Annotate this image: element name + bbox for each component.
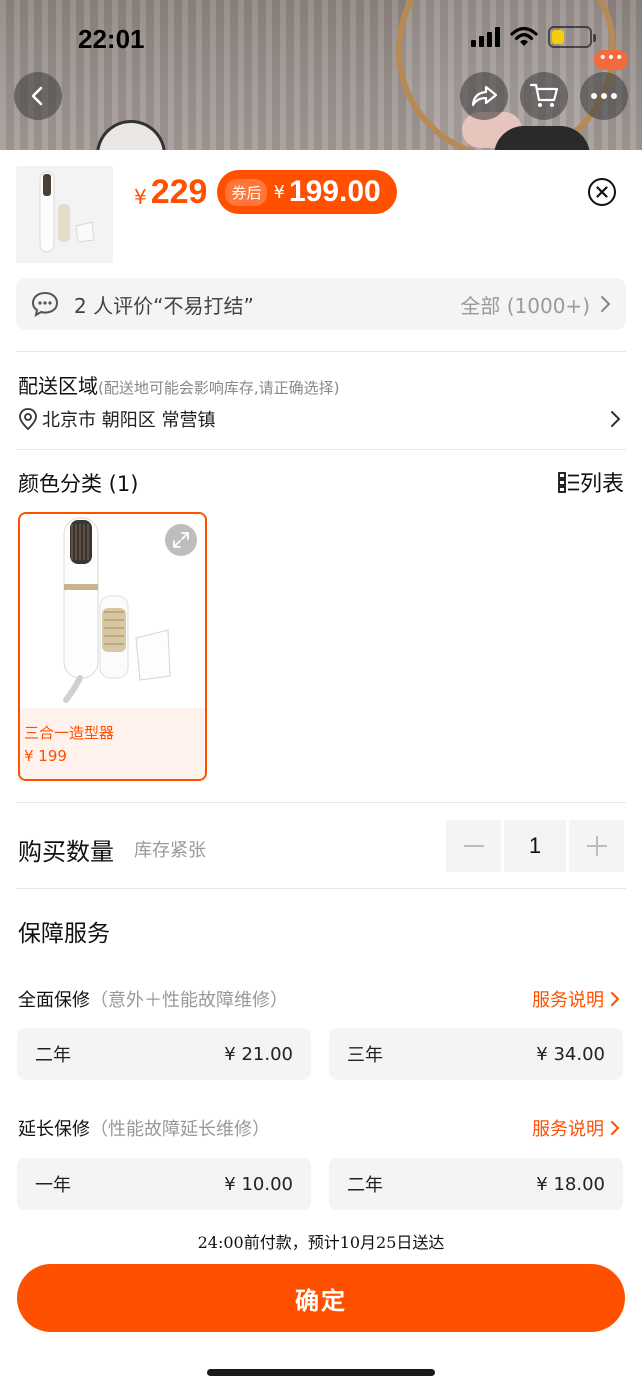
quantity-value[interactable]: 1: [504, 820, 566, 872]
service-option-price: ¥ 18.00: [536, 1173, 605, 1195]
price-currency: ¥: [134, 185, 147, 209]
all-reviews-link[interactable]: 全部 (1000+): [460, 290, 590, 319]
service-group-sub: （意外＋性能故障维修）: [90, 990, 288, 1011]
service-option-name: 二年: [35, 1045, 71, 1066]
increase-button[interactable]: [569, 820, 624, 872]
service-group-label: 全面保修（意外＋性能故障维修）: [18, 986, 288, 1012]
chevron-right-icon: [611, 411, 621, 427]
list-toggle-label: 列表: [579, 472, 624, 497]
battery-icon: [548, 26, 596, 48]
notification-badge: •••: [594, 50, 628, 70]
address-selector[interactable]: 北京市 朝阳区 常营镇: [18, 406, 622, 432]
delivery-note: (配送地可能会影响库存,请正确选择): [98, 379, 340, 397]
service-option[interactable]: 二年 ¥ 18.00: [329, 1158, 623, 1210]
delivery-area-title: 配送区域(配送地可能会影响库存,请正确选择): [18, 370, 339, 399]
divider: [16, 802, 626, 803]
minus-icon: [463, 845, 484, 847]
chevron-right-icon: [601, 296, 611, 312]
status-icons: [471, 26, 596, 48]
coupon-price-pill: 券后 ¥ 199.00: [217, 170, 397, 214]
confirm-button[interactable]: 确定: [17, 1264, 625, 1332]
sku-option-card[interactable]: 三合一造型器 ¥ 199: [18, 512, 207, 781]
expand-image-button[interactable]: [165, 524, 197, 556]
service-option-price: ¥ 34.00: [536, 1043, 605, 1065]
status-time: 22:01: [78, 24, 145, 54]
service-option-name: 一年: [35, 1175, 71, 1196]
service-option[interactable]: 一年 ¥ 10.00: [17, 1158, 311, 1210]
quantity-title: 购买数量: [18, 838, 114, 866]
signal-icon: [471, 27, 500, 47]
sku-selection-sheet: ¥ 229 券后 ¥ 199.00 2 人评价“不易打结” 全部 (1000+)…: [0, 150, 642, 1389]
sku-option-name: 三合一造型器: [24, 724, 115, 742]
service-group-label: 延长保修（性能故障延长维修）: [18, 1115, 270, 1141]
back-button[interactable]: [14, 72, 62, 120]
close-button[interactable]: [588, 178, 616, 206]
list-view-toggle[interactable]: 列表: [558, 466, 624, 498]
service-option-price: ¥ 10.00: [224, 1173, 293, 1195]
cart-button[interactable]: [520, 72, 568, 120]
service-group-sub: （性能故障延长维修）: [90, 1119, 270, 1140]
coupon-currency: ¥: [273, 181, 285, 203]
coupon-price: 199.00: [288, 175, 381, 208]
share-button[interactable]: [460, 72, 508, 120]
service-group-name: 全面保修: [18, 990, 90, 1011]
delivery-estimate: 24:00前付款，预计10月25日送达: [197, 1233, 445, 1252]
color-section-title: 颜色分类 (1): [18, 472, 139, 496]
service-info-link[interactable]: 服务说明: [532, 1115, 620, 1141]
chevron-right-icon: [611, 992, 620, 1006]
current-price: 229: [150, 172, 208, 211]
service-group-name: 延长保修: [18, 1119, 90, 1140]
review-highlight: 2 人评价“不易打结”: [74, 293, 254, 318]
divider: [16, 351, 626, 352]
quantity-stepper: 1: [446, 820, 624, 872]
more-button[interactable]: [580, 72, 628, 120]
price-row: ¥ 229 券后 ¥ 199.00: [134, 170, 397, 214]
service-info-link[interactable]: 服务说明: [532, 986, 620, 1012]
service-info-label: 服务说明: [532, 1119, 604, 1140]
service-option-price: ¥ 21.00: [224, 1043, 293, 1065]
wifi-icon: [510, 26, 538, 46]
divider: [16, 449, 626, 450]
service-option[interactable]: 三年 ¥ 34.00: [329, 1028, 623, 1080]
coupon-label: 券后: [225, 178, 268, 206]
stock-status: 库存紧张: [134, 840, 206, 861]
more-dots-icon: [591, 93, 617, 99]
service-option[interactable]: 二年 ¥ 21.00: [17, 1028, 311, 1080]
address-text: 北京市 朝阳区 常营镇: [42, 410, 216, 431]
delivery-area-label: 配送区域: [18, 374, 98, 398]
chevron-left-icon: [31, 86, 43, 106]
expand-icon: [173, 532, 189, 548]
share-icon: [471, 85, 498, 107]
service-info-label: 服务说明: [532, 990, 604, 1011]
service-option-name: 三年: [347, 1045, 383, 1066]
sku-option-price: ¥ 199: [24, 747, 67, 765]
list-icon: [558, 472, 579, 493]
close-icon: [596, 186, 608, 198]
sku-option-info: 三合一造型器 ¥ 199: [20, 708, 205, 779]
service-section-title: 保障服务: [18, 921, 110, 947]
home-indicator: [207, 1369, 435, 1376]
location-pin-icon: [19, 408, 37, 431]
plus-icon: [586, 836, 607, 856]
chat-bubble-icon: [31, 291, 59, 318]
hair-styler-image: [16, 166, 113, 263]
service-option-name: 二年: [347, 1175, 383, 1196]
product-thumbnail[interactable]: [16, 166, 113, 263]
review-summary-bar[interactable]: 2 人评价“不易打结” 全部 (1000+): [16, 278, 626, 330]
divider: [16, 888, 626, 889]
cart-icon: [529, 83, 559, 107]
chevron-right-icon: [611, 1121, 620, 1135]
decrease-button[interactable]: [446, 820, 501, 872]
